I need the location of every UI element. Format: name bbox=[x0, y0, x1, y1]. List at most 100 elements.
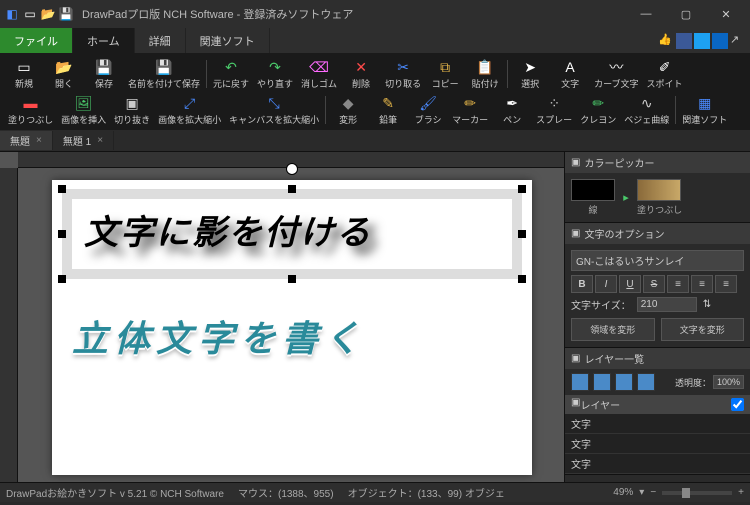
zoom-out-button[interactable]: − bbox=[650, 487, 656, 498]
new-button[interactable]: ▭新規 bbox=[4, 56, 44, 92]
layer-item[interactable]: 文字 bbox=[565, 434, 750, 454]
textopt-panel-header[interactable]: ▣ 文字のオプション bbox=[565, 223, 750, 244]
thumbsup-icon[interactable]: 👍 bbox=[658, 33, 674, 49]
resize-handle[interactable] bbox=[518, 275, 526, 283]
window-title: DrawPadプロ版 NCH Software - 登録済みソフトウェア bbox=[82, 6, 353, 22]
crop-button[interactable]: ▣切り抜き bbox=[110, 92, 154, 128]
layers-panel-header[interactable]: ▣ レイヤー一覧 bbox=[565, 348, 750, 369]
twitter-icon[interactable] bbox=[694, 33, 710, 49]
fill-button[interactable]: ▬塗りつぶし bbox=[4, 92, 57, 128]
transform-text-button[interactable]: 文字を変形 bbox=[661, 318, 745, 341]
opacity-value[interactable]: 100% bbox=[713, 375, 744, 389]
document-tab[interactable]: 無題 1× bbox=[53, 131, 114, 150]
zoom-slider[interactable] bbox=[662, 491, 732, 495]
menu-related[interactable]: 関連ソフト bbox=[186, 28, 270, 53]
align-left-button[interactable]: ≡ bbox=[667, 275, 689, 293]
selected-text-object[interactable]: 文字に影を付ける bbox=[62, 189, 522, 279]
canvas-area[interactable]: 文字に影を付ける 立体文字を書く bbox=[0, 152, 564, 482]
close-tab-icon[interactable]: × bbox=[36, 135, 42, 146]
resizecanvas-button[interactable]: ⤡キャンバスを拡大縮小 bbox=[225, 92, 323, 128]
minimize-button[interactable]: — bbox=[626, 0, 666, 28]
zoom-in-button[interactable]: + bbox=[738, 487, 744, 498]
facebook-icon[interactable] bbox=[676, 33, 692, 49]
linkedin-icon[interactable] bbox=[712, 33, 728, 49]
paste-button[interactable]: 📋貼付け bbox=[465, 56, 505, 92]
select-button[interactable]: ➤選択 bbox=[510, 56, 550, 92]
eraser-button[interactable]: ⌫消しゴム bbox=[297, 56, 341, 92]
layer-item[interactable]: 文字 bbox=[565, 414, 750, 434]
open-button[interactable]: 📂開く bbox=[44, 56, 84, 92]
align-center-button[interactable]: ≡ bbox=[691, 275, 713, 293]
resize-handle[interactable] bbox=[58, 230, 66, 238]
quick-new-icon[interactable]: ▭ bbox=[22, 6, 38, 22]
add-layer-button[interactable] bbox=[571, 373, 589, 391]
resize-handle[interactable] bbox=[518, 185, 526, 193]
strike-button[interactable]: S bbox=[643, 275, 665, 293]
layer-visible-checkbox[interactable] bbox=[731, 397, 744, 412]
resizeimg-button[interactable]: ⤢画像を拡大縮小 bbox=[154, 92, 225, 128]
marker-button[interactable]: ✏マーカー bbox=[448, 92, 492, 128]
share-icon[interactable]: ↗ bbox=[730, 33, 746, 49]
menu-home[interactable]: ホーム bbox=[73, 28, 135, 53]
font-size-input[interactable] bbox=[637, 297, 697, 312]
saveas-button[interactable]: 💾名前を付けて保存 bbox=[124, 56, 204, 92]
insertimg-button[interactable]: 🖼画像を挿入 bbox=[57, 92, 110, 128]
resize-handle[interactable] bbox=[58, 185, 66, 193]
align-right-button[interactable]: ≡ bbox=[715, 275, 737, 293]
menu-file[interactable]: ファイル bbox=[0, 28, 73, 53]
copy-button[interactable]: ⧉コピー bbox=[425, 56, 465, 92]
zoom-value: 49% bbox=[613, 487, 633, 498]
text-button[interactable]: A文字 bbox=[550, 56, 590, 92]
menu-detail[interactable]: 詳細 bbox=[135, 28, 186, 53]
delete-button[interactable]: ✕削除 bbox=[341, 56, 381, 92]
resize-handle[interactable] bbox=[518, 230, 526, 238]
quick-save-icon[interactable]: 💾 bbox=[58, 6, 74, 22]
opacity-label: 透明度： bbox=[675, 376, 711, 389]
transform-area-button[interactable]: 領域を変形 bbox=[571, 318, 655, 341]
resize-handle[interactable] bbox=[288, 185, 296, 193]
delete-layer-button[interactable] bbox=[615, 373, 633, 391]
crayon-button[interactable]: ✏クレヨン bbox=[576, 92, 620, 128]
resize-handle[interactable] bbox=[58, 275, 66, 283]
close-tab-icon[interactable]: × bbox=[97, 135, 103, 146]
document-tab[interactable]: 無題× bbox=[0, 131, 53, 150]
layer-item[interactable]: 文字 bbox=[565, 454, 750, 474]
rotate-handle[interactable] bbox=[286, 163, 298, 175]
stepper-icon[interactable]: ⇅ bbox=[703, 299, 711, 310]
brush-button[interactable]: 🖌ブラシ bbox=[408, 92, 448, 128]
cut-button[interactable]: ✂切り取る bbox=[381, 56, 425, 92]
bezier-button[interactable]: ∿ベジェ曲線 bbox=[620, 92, 673, 128]
layer-column-header: レイヤー bbox=[580, 397, 620, 412]
duplicate-layer-button[interactable] bbox=[593, 373, 611, 391]
canvas-text-2[interactable]: 立体文字を書く bbox=[72, 310, 366, 362]
curvetext-button[interactable]: 〰カーブ文字 bbox=[590, 56, 642, 92]
status-mouse: マウス：(1388、955) bbox=[238, 485, 334, 500]
zoom-dropdown-icon[interactable]: ▾ bbox=[639, 487, 644, 498]
quick-open-icon[interactable]: 📂 bbox=[40, 6, 56, 22]
relatedsoft-button[interactable]: ▦関連ソフト bbox=[678, 92, 731, 128]
transform-button[interactable]: ◆変形 bbox=[328, 92, 368, 128]
canvas[interactable]: 文字に影を付ける 立体文字を書く bbox=[52, 180, 532, 475]
spray-button[interactable]: ⁘スプレー bbox=[532, 92, 576, 128]
save-button[interactable]: 💾保存 bbox=[84, 56, 124, 92]
undo-button[interactable]: ↶元に戻す bbox=[209, 56, 253, 92]
maximize-button[interactable]: ▢ bbox=[666, 0, 706, 28]
underline-button[interactable]: U bbox=[619, 275, 641, 293]
bold-button[interactable]: B bbox=[571, 275, 593, 293]
font-size-label: 文字サイズ： bbox=[571, 297, 631, 312]
layer-props-button[interactable] bbox=[637, 373, 655, 391]
pen-button[interactable]: ✒ペン bbox=[492, 92, 532, 128]
ruler-vertical bbox=[0, 168, 18, 482]
line-color-swatch[interactable] bbox=[571, 179, 615, 201]
pencil-button[interactable]: ✎鉛筆 bbox=[368, 92, 408, 128]
font-select[interactable]: GN-こはるいろサンレイ bbox=[571, 250, 744, 271]
close-button[interactable]: ✕ bbox=[706, 0, 746, 28]
italic-button[interactable]: I bbox=[595, 275, 617, 293]
eyedrop-button[interactable]: ✐スポイト bbox=[643, 56, 687, 92]
redo-button[interactable]: ↷やり直す bbox=[253, 56, 297, 92]
swap-colors-icon[interactable]: ▸ bbox=[621, 191, 631, 204]
status-object: オブジェクト：(133、99) オブジェ bbox=[348, 485, 505, 500]
fill-color-swatch[interactable] bbox=[637, 179, 681, 201]
colorpicker-panel-header[interactable]: ▣ カラーピッカー bbox=[565, 152, 750, 173]
resize-handle[interactable] bbox=[288, 275, 296, 283]
